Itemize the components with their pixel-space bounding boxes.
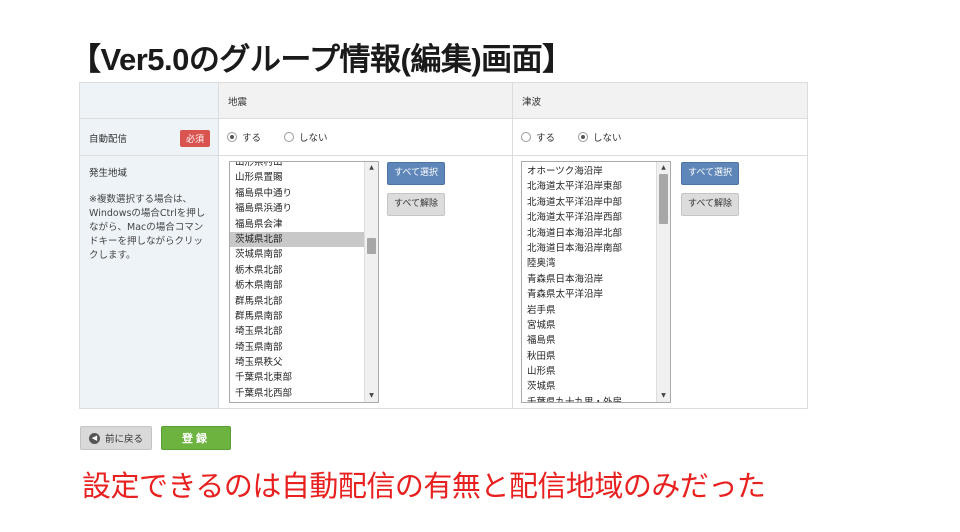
- area-region-items: 山形県村山 山形県置賜 福島県中通り 福島県浜通り 福島県会津 茨城県北部 茨城県南部 栃木県…: [230, 162, 364, 401]
- tsunami-radio-off[interactable]: しない: [578, 130, 622, 144]
- caption-text: 設定できるのは自動配信の有無と配信地域のみだった: [82, 469, 766, 503]
- tsunami-region-option[interactable]: 北海道太平洋沿岸東部: [522, 179, 656, 194]
- auto-delivery-area: する しない: [218, 118, 513, 156]
- tsunami-region-option[interactable]: 宮城県: [522, 318, 656, 333]
- tsunami-region-option[interactable]: 陸奥湾: [522, 256, 656, 271]
- radio-label: しない: [593, 132, 622, 144]
- back-arrow-icon: ◀: [88, 432, 100, 444]
- scrollbar-thumb[interactable]: [659, 174, 668, 224]
- region-label: 発生地域: [89, 168, 128, 179]
- auto-delivery-label-cell: 自動配信 必須: [79, 118, 219, 156]
- scroll-down-icon[interactable]: ▼: [657, 390, 670, 402]
- column-header-area: 地震: [218, 82, 513, 119]
- tsunami-region-option[interactable]: オホーツク海沿岸: [522, 164, 656, 179]
- column-header-tsunami: 津波: [512, 82, 808, 119]
- tsunami-region-option[interactable]: 茨城県: [522, 379, 656, 394]
- radio-label: する: [242, 132, 262, 144]
- required-badge: 必須: [179, 130, 210, 147]
- tsunami-region-option[interactable]: 秋田県: [522, 349, 656, 364]
- radio-label: する: [536, 132, 556, 144]
- area-clear-all-button[interactable]: すべて解除: [387, 193, 446, 216]
- area-radio-off[interactable]: しない: [284, 130, 328, 144]
- tsunami-region-option[interactable]: 北海道太平洋沿岸西部: [522, 210, 656, 225]
- scroll-down-icon[interactable]: ▼: [365, 390, 378, 402]
- radio-icon[interactable]: [284, 131, 295, 142]
- multi-select-note: ※複数選択する場合は、Windowsの場合Ctrlを押しながら、Macの場合コマ…: [89, 194, 206, 261]
- area-region-option[interactable]: 福島県会津: [230, 217, 364, 232]
- radio-icon[interactable]: [578, 131, 589, 142]
- tsunami-region-option[interactable]: 北海道日本海沿岸南部: [522, 241, 656, 256]
- tsunami-region-cell: オホーツク海沿岸 北海道太平洋沿岸東部 北海道太平洋沿岸中部 北海道太平洋沿岸西部 北海…: [512, 155, 808, 409]
- area-region-option[interactable]: 山形県置賜: [230, 170, 364, 185]
- scroll-up-icon[interactable]: ▲: [657, 162, 670, 174]
- radio-icon[interactable]: [521, 131, 531, 142]
- area-region-option[interactable]: 福島県浜通り: [230, 201, 364, 216]
- tsunami-region-items: オホーツク海沿岸 北海道太平洋沿岸東部 北海道太平洋沿岸中部 北海道太平洋沿岸西部 北海…: [522, 164, 656, 402]
- area-region-cell: 山形県村山 山形県置賜 福島県中通り 福島県浜通り 福島県会津 茨城県北部 茨城県南部 栃木県…: [218, 155, 513, 409]
- tsunami-radio-on[interactable]: する: [521, 130, 555, 144]
- tsunami-region-listbox[interactable]: オホーツク海沿岸 北海道太平洋沿岸東部 北海道太平洋沿岸中部 北海道太平洋沿岸西部 北海…: [521, 161, 671, 403]
- radio-icon[interactable]: [227, 131, 237, 142]
- tsunami-clear-all-button[interactable]: すべて解除: [681, 193, 740, 216]
- group-edit-form: 地震 津波 自動配信 必須 する しない する しない 発生地域 ※複数選択する…: [79, 82, 808, 409]
- area-region-option[interactable]: 福島県中通り: [230, 186, 364, 201]
- page-title: 【Ver5.0のグループ情報(編集)画面】: [70, 42, 573, 77]
- area-region-listbox[interactable]: 山形県村山 山形県置賜 福島県中通り 福島県浜通り 福島県会津 茨城県北部 茨城県南部 栃木県…: [229, 161, 379, 403]
- tsunami-region-option[interactable]: 北海道日本海沿岸北部: [522, 226, 656, 241]
- tsunami-region-option[interactable]: 岩手県: [522, 303, 656, 318]
- area-scrollbar[interactable]: ▲ ▼: [364, 162, 378, 402]
- auto-delivery-label: 自動配信: [89, 134, 128, 145]
- area-region-option[interactable]: 埼玉県南部: [230, 340, 364, 355]
- area-region-option[interactable]: 千葉県北西部: [230, 386, 364, 401]
- area-radio-on[interactable]: する: [227, 130, 261, 144]
- tsunami-region-option[interactable]: 青森県太平洋沿岸: [522, 287, 656, 302]
- area-region-option[interactable]: 茨城県北部: [230, 231, 364, 248]
- back-button[interactable]: ◀ 前に戻る: [80, 426, 152, 450]
- area-region-option[interactable]: 千葉県北東部: [230, 370, 364, 385]
- submit-button[interactable]: 登録: [161, 426, 231, 450]
- area-select-all-button[interactable]: すべて選択: [387, 162, 446, 185]
- tsunami-region-option[interactable]: 千葉県九十九里・外房: [522, 395, 656, 402]
- area-region-option[interactable]: 栃木県南部: [230, 278, 364, 293]
- corner-cell: [79, 82, 219, 119]
- area-region-option[interactable]: 群馬県南部: [230, 309, 364, 324]
- tsunami-region-option[interactable]: 青森県日本海沿岸: [522, 272, 656, 287]
- tsunami-region-option[interactable]: 福島県: [522, 333, 656, 348]
- tsunami-select-all-button[interactable]: すべて選択: [681, 162, 740, 185]
- tsunami-scrollbar[interactable]: ▲ ▼: [656, 162, 670, 402]
- area-region-option[interactable]: 山形県村山: [230, 162, 364, 170]
- region-label-cell: 発生地域 ※複数選択する場合は、Windowsの場合Ctrlを押しながら、Mac…: [79, 155, 219, 409]
- area-region-option[interactable]: 群馬県北部: [230, 294, 364, 309]
- area-region-option[interactable]: 埼玉県北部: [230, 324, 364, 339]
- tsunami-region-option[interactable]: 山形県: [522, 364, 656, 379]
- area-region-option[interactable]: 茨城県南部: [230, 247, 364, 262]
- radio-label: しない: [299, 132, 328, 144]
- area-region-option[interactable]: 栃木県北部: [230, 263, 364, 278]
- scrollbar-thumb[interactable]: [367, 238, 376, 254]
- area-region-option[interactable]: 埼玉県秩父: [230, 355, 364, 370]
- scroll-up-icon[interactable]: ▲: [365, 162, 378, 174]
- back-button-label: 前に戻る: [104, 434, 143, 445]
- auto-delivery-tsunami: する しない: [512, 118, 808, 156]
- tsunami-region-option[interactable]: 北海道太平洋沿岸中部: [522, 195, 656, 210]
